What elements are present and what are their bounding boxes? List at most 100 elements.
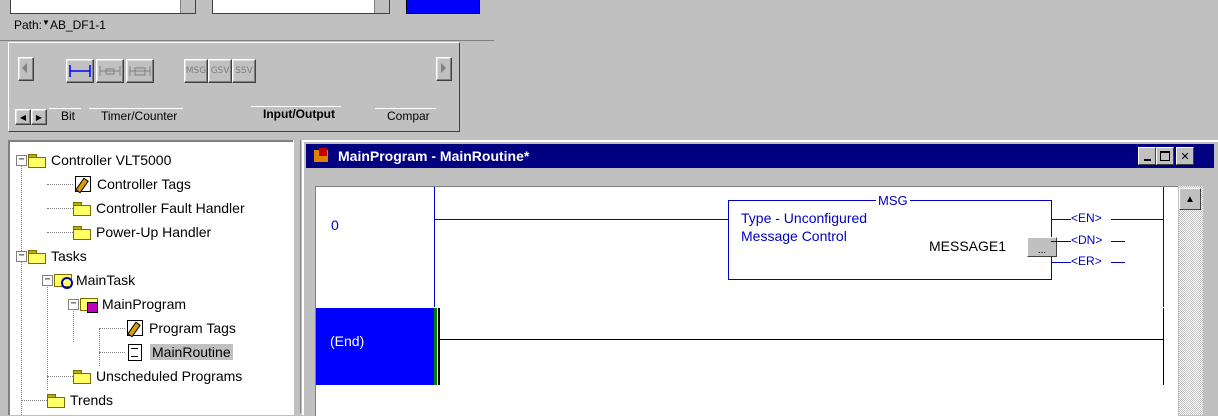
tags-icon (75, 176, 91, 192)
tab-bit-label: Bit (61, 109, 76, 123)
program-icon (80, 297, 98, 313)
folder-icon (28, 153, 46, 168)
instruction-tabs: ◀ ▶ Bit Timer/Counter Input/Output Compa… (11, 106, 457, 126)
palette-scroll-right-button[interactable] (436, 57, 452, 81)
arrow-left-icon (22, 63, 27, 73)
controller-combo[interactable] (10, 0, 196, 14)
msg-instruction-button[interactable]: MSG (184, 59, 208, 83)
tree-item-trends[interactable]: Trends (47, 388, 113, 412)
tree-item-main-program[interactable]: MainProgram (80, 292, 186, 316)
mode-combo[interactable] (212, 0, 390, 14)
tree-item-label: Program Tags (149, 320, 236, 336)
ladder-canvas[interactable]: 0 MSG Type - Unconfigured Message Contro… (315, 186, 1178, 416)
controller-organizer-tree[interactable]: − Controller VLT5000 Controller Tags Con… (8, 140, 294, 415)
tree-item-main-task[interactable]: MainTask (54, 268, 135, 292)
tab-bit[interactable]: Bit (49, 108, 82, 126)
msg-control-tag[interactable]: MESSAGE1 (929, 238, 1006, 254)
tab-compare[interactable]: Compar (375, 108, 436, 126)
end-rung-label[interactable]: (End) (330, 333, 364, 349)
msg-type-label: Type - Unconfigured (741, 210, 868, 226)
tree-item-power-up-handler[interactable]: Power-Up Handler (73, 220, 211, 244)
er-wire (1051, 262, 1071, 263)
close-button[interactable]: ✕ (1176, 147, 1194, 165)
minimize-button[interactable] (1138, 147, 1156, 165)
en-wire (1051, 219, 1071, 220)
dn-output[interactable]: <DN> (1071, 233, 1102, 247)
gsv-instruction-button[interactable]: GSV (208, 59, 232, 83)
status-indicator (406, 0, 480, 14)
en-output-label: EN (1078, 211, 1095, 225)
combo-dropdown-button[interactable] (374, 0, 389, 13)
folder-icon (28, 249, 46, 264)
branch-button[interactable] (66, 59, 94, 83)
tree-item-label: MainRoutine (150, 344, 233, 360)
er-tail-wire (1111, 262, 1125, 263)
folder-icon (73, 369, 91, 384)
tree-item-program-tags[interactable]: Program Tags (125, 316, 236, 340)
msg-instruction[interactable]: MSG Type - Unconfigured Message Control … (728, 193, 1057, 280)
right-power-rail (1163, 187, 1164, 307)
tab-compare-label: Compar (387, 109, 430, 123)
er-output[interactable]: <ER> (1071, 254, 1102, 268)
tab-timer-counter[interactable]: Timer/Counter (89, 108, 184, 126)
xic-button[interactable] (96, 59, 124, 83)
maximize-button[interactable] (1156, 147, 1174, 165)
tree-item-tasks[interactable]: Tasks (28, 244, 87, 268)
en-tail-wire (1111, 219, 1163, 220)
ssv-instruction-button[interactable]: SSV (232, 59, 256, 83)
collapse-toggle-icon[interactable]: − (16, 155, 27, 166)
vertical-scrollbar[interactable]: ▲ (1179, 186, 1203, 415)
msg-browse-button[interactable]: ... (1027, 237, 1057, 257)
tree-item-label: Controller Fault Handler (96, 200, 245, 216)
end-rung-wire (440, 339, 1164, 340)
en-output[interactable]: <EN> (1071, 211, 1102, 225)
tree-item-label: Unscheduled Programs (96, 368, 243, 384)
tree-item-fault-handler[interactable]: Controller Fault Handler (73, 196, 245, 220)
branch-level-button[interactable] (126, 59, 154, 83)
close-icon: ✕ (1180, 149, 1190, 163)
tree-item-label: Controller VLT5000 (51, 152, 172, 168)
tab-scroll-right-button[interactable]: ▶ (31, 109, 47, 125)
maximize-icon (1160, 151, 1170, 161)
end-left-rail (438, 308, 440, 385)
tree-connector (99, 352, 125, 353)
pane-splitter[interactable] (293, 140, 301, 413)
arrow-right-icon (441, 63, 446, 73)
collapse-toggle-icon[interactable]: − (68, 299, 79, 310)
folder-icon (73, 201, 91, 216)
tab-scroll-left-button[interactable]: ◀ (15, 109, 31, 125)
rung-branch-icon (99, 66, 121, 76)
tree-item-controller[interactable]: Controller VLT5000 (28, 148, 171, 172)
msg-button-label: MSG (185, 66, 207, 76)
left-power-rail (434, 187, 435, 307)
ladder-app-icon[interactable] (314, 148, 332, 164)
tree-item-controller-tags[interactable]: Controller Tags (73, 172, 191, 196)
collapse-toggle-icon[interactable]: − (42, 275, 53, 286)
tab-input-output[interactable]: Input/Output (251, 106, 341, 126)
gsv-button-label: GSV (210, 66, 230, 76)
tree-connector (47, 208, 73, 209)
minimize-icon (1143, 158, 1151, 161)
msg-control-label: Message Control (741, 228, 847, 244)
tree-connector (47, 184, 73, 185)
tree-item-main-routine[interactable]: MainRoutine (125, 340, 233, 364)
combo-dropdown-button[interactable] (180, 0, 195, 13)
task-icon (54, 273, 73, 289)
path-label: Path: (14, 18, 43, 32)
tree-item-label: Power-Up Handler (96, 224, 212, 240)
rung-0-wire[interactable] (434, 219, 728, 220)
tree-connector (99, 328, 125, 329)
scroll-up-button[interactable]: ▲ (1179, 188, 1201, 210)
palette-scroll-left-button[interactable] (18, 57, 34, 81)
top-toolbar: Path:▼AB_DF1-1 (0, 0, 494, 41)
path-dropdown-icon[interactable]: ▼ (42, 18, 50, 27)
instruction-palette: MSG GSV SSV ◀ ▶ Bit Timer/Counter Input/… (8, 42, 460, 132)
tab-timer-counter-label: Timer/Counter (101, 109, 178, 123)
tree-item-label: MainTask (76, 272, 136, 288)
tree-item-label: Tasks (51, 248, 87, 264)
tree-item-unscheduled-programs[interactable]: Unscheduled Programs (73, 364, 242, 388)
collapse-toggle-icon[interactable]: − (16, 251, 27, 262)
window-title-bar[interactable]: MainProgram - MainRoutine* ✕ (306, 144, 1214, 168)
rung-number[interactable]: 0 (331, 217, 339, 233)
arrow-left-icon: ◀ (19, 112, 27, 122)
